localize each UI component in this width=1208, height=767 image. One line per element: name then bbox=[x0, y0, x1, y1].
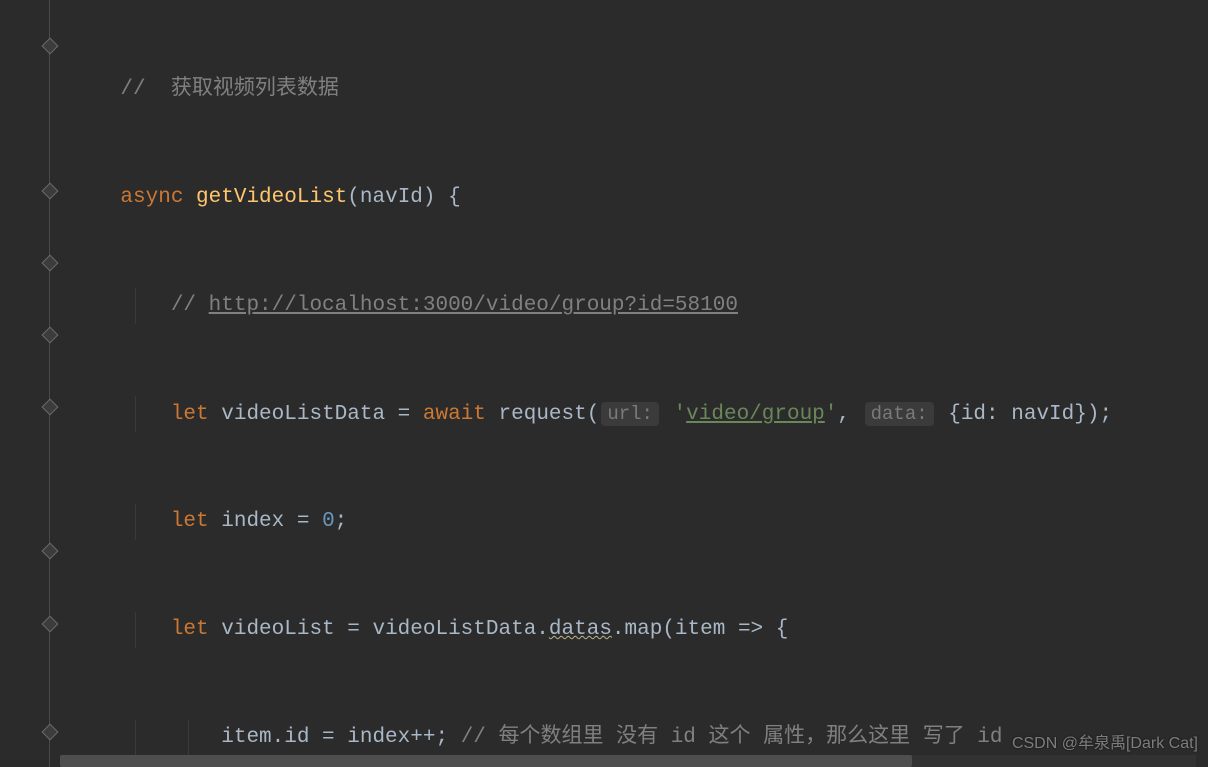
keyword: let bbox=[171, 403, 209, 426]
code-text: ; bbox=[335, 510, 348, 533]
variable: videoListData bbox=[221, 403, 385, 426]
gutter bbox=[0, 0, 60, 767]
comment-url: http://localhost:3000/video/group?id=581… bbox=[209, 294, 738, 317]
fold-marker-icon[interactable] bbox=[42, 616, 59, 633]
keyword: let bbox=[171, 510, 209, 533]
code-text: = bbox=[385, 403, 423, 426]
parameter-hint: data: bbox=[865, 402, 934, 426]
string-literal: video/group bbox=[686, 403, 825, 426]
fold-marker-icon[interactable] bbox=[42, 255, 59, 272]
code-text: ) { bbox=[423, 186, 461, 209]
watermark-text: CSDN @牟泉禹[Dark Cat] bbox=[1012, 729, 1198, 753]
code-text: .map(item => { bbox=[612, 618, 788, 641]
keyword: async bbox=[120, 186, 183, 209]
function-name: getVideoList bbox=[196, 186, 347, 209]
parameter: navId bbox=[360, 186, 423, 209]
code-line: let videoList = videoListData.datas.map(… bbox=[70, 612, 1208, 648]
code-line: // 获取视频列表数据 bbox=[70, 72, 1208, 108]
code-content[interactable]: // 获取视频列表数据 async getVideoList(navId) { … bbox=[60, 0, 1208, 767]
fold-marker-icon[interactable] bbox=[42, 543, 59, 560]
fold-marker-icon[interactable] bbox=[42, 327, 59, 344]
code-text: videoList = videoListData. bbox=[209, 618, 549, 641]
warning-text: datas bbox=[549, 618, 612, 641]
code-line: // http://localhost:3000/video/group?id=… bbox=[70, 288, 1208, 324]
fold-marker-icon[interactable] bbox=[42, 38, 59, 55]
string-quote: ' bbox=[825, 403, 838, 426]
comment-text: // 获取视频列表数据 bbox=[120, 78, 338, 101]
fold-marker-icon[interactable] bbox=[42, 399, 59, 416]
comment-text: // bbox=[171, 294, 209, 317]
code-text: , bbox=[837, 403, 862, 426]
code-text: request( bbox=[486, 403, 599, 426]
code-text: {id: navId}); bbox=[936, 403, 1112, 426]
code-text: item.id = index++; bbox=[221, 726, 460, 749]
horizontal-scrollbar[interactable] bbox=[60, 755, 1196, 767]
keyword: await bbox=[423, 403, 486, 426]
code-text: index = bbox=[209, 510, 322, 533]
scrollbar-thumb[interactable] bbox=[60, 755, 912, 767]
fold-marker-icon[interactable] bbox=[42, 183, 59, 200]
code-editor[interactable]: // 获取视频列表数据 async getVideoList(navId) { … bbox=[0, 0, 1208, 767]
comment-text: // 每个数组里 没有 id 这个 属性，那么这里 写了 id bbox=[461, 726, 1003, 749]
number-literal: 0 bbox=[322, 510, 335, 533]
code-line: async getVideoList(navId) { bbox=[70, 180, 1208, 216]
fold-marker-icon[interactable] bbox=[42, 724, 59, 741]
code-line: let index = 0; bbox=[70, 504, 1208, 540]
string-quote: ' bbox=[661, 403, 686, 426]
parameter-hint: url: bbox=[601, 402, 659, 426]
code-line: let videoListData = await request(url: '… bbox=[70, 396, 1208, 432]
keyword: let bbox=[171, 618, 209, 641]
